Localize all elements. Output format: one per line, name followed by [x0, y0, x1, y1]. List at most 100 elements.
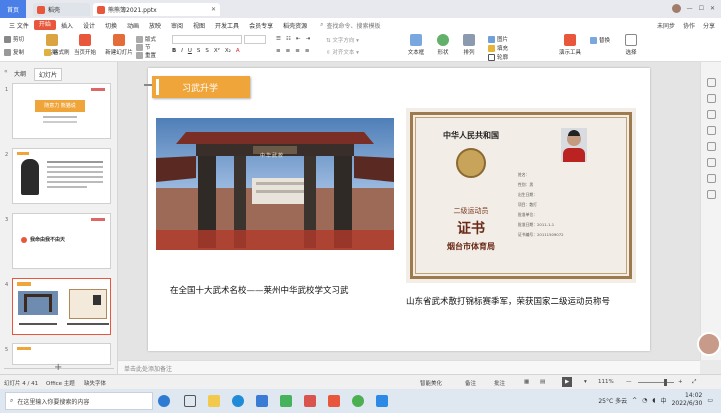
bullet-list-icon[interactable]: ☰ [276, 36, 281, 42]
align-center-icon[interactable]: ≡ [286, 48, 291, 54]
italic-icon[interactable]: I [181, 48, 183, 54]
close-tab-icon[interactable]: ✕ [211, 6, 216, 13]
tab-home[interactable]: 首页 [0, 0, 26, 18]
current-slide[interactable]: 习武升学 中华武校 中华人民共和国 二级运动员 证书 烟台市体育局 姓名： 性别… [144, 68, 650, 351]
fit-window-icon[interactable]: ⤢ [692, 379, 696, 386]
replace-button[interactable]: 替换 [590, 36, 610, 44]
cut-button[interactable]: 剪切 [4, 35, 24, 43]
tab-active-document[interactable]: 熊熊簿2021.pptx ✕ [93, 3, 220, 16]
shape-style-icon[interactable] [707, 126, 716, 135]
menu-animation[interactable]: 动画 [122, 21, 144, 30]
underline-icon[interactable]: U [188, 48, 192, 54]
superscript-icon[interactable]: X² [214, 48, 220, 54]
maximize-icon[interactable]: ☐ [699, 5, 704, 12]
presenter-tools-button[interactable]: 演示工具 [556, 34, 584, 56]
minimize-icon[interactable]: — [687, 5, 693, 12]
comment-icon[interactable] [707, 142, 716, 151]
bold-icon[interactable]: B [172, 48, 176, 54]
menu-insert[interactable]: 插入 [56, 21, 78, 30]
menu-design[interactable]: 设计 [78, 21, 100, 30]
slide-thumbnail-4[interactable] [12, 278, 111, 335]
section-button[interactable]: 节 [136, 43, 151, 51]
zoom-in-icon[interactable]: + [678, 379, 683, 385]
animation-icon[interactable] [707, 94, 716, 103]
arrange-button[interactable]: 排列 [458, 34, 480, 56]
increase-indent-icon[interactable]: ⇥ [305, 36, 310, 42]
shapes-button[interactable]: 形状 [432, 34, 454, 56]
notification-icon[interactable]: ▭ [707, 397, 713, 404]
menu-view[interactable]: 视图 [188, 21, 210, 30]
menu-review[interactable]: 审阅 [166, 21, 188, 30]
settings-icon[interactable] [707, 174, 716, 183]
command-search[interactable]: ⌕ 查找命令、搜索模板 [320, 21, 380, 30]
share-button[interactable]: 分享 [703, 21, 715, 30]
file-explorer-icon[interactable] [208, 395, 220, 407]
tray-expand-icon[interactable]: ^ [632, 397, 637, 404]
copy-button[interactable]: 复制 [4, 48, 24, 56]
zoom-level[interactable]: 111% [598, 379, 614, 385]
normal-view-icon[interactable]: ▦ [524, 379, 529, 385]
wechat-icon[interactable] [280, 395, 292, 407]
align-right-icon[interactable]: ≡ [295, 48, 300, 54]
property-icon[interactable] [707, 78, 716, 87]
text-direction-icon[interactable]: ⇅ 文字方向 ▾ [326, 36, 359, 44]
volume-icon[interactable]: ◖ [652, 397, 655, 404]
edge-icon[interactable] [232, 395, 244, 407]
shadow-icon[interactable]: S [205, 48, 209, 54]
tab-outline[interactable]: 大纲 [10, 68, 30, 81]
font-size-select[interactable] [244, 35, 266, 44]
slide-thumbnail-1[interactable]: 随意力 熊猫说 [12, 83, 111, 139]
network-icon[interactable]: ◔ [642, 397, 647, 404]
backup-icon[interactable] [707, 158, 716, 167]
fill-button[interactable]: 填充 [488, 44, 508, 52]
numbered-list-icon[interactable]: ☷ [286, 36, 291, 42]
reset-button[interactable]: 重置 [136, 51, 156, 59]
theme-name[interactable]: Office 主题 [46, 379, 75, 387]
font-family-select[interactable] [172, 35, 242, 44]
taskbar-search-input[interactable]: ⌕ 在这里输入你要搜索的内容 [5, 392, 153, 410]
menu-developer[interactable]: 开发工具 [210, 21, 244, 30]
tab-docer[interactable]: 稻壳 [33, 3, 90, 16]
align-text-icon[interactable]: ⇳ 对齐文本 ▾ [326, 48, 359, 56]
cortana-icon[interactable] [158, 395, 170, 407]
smart-beautify-button[interactable]: 智能美化 [420, 379, 442, 387]
slide-thumbnail-2[interactable] [12, 148, 111, 204]
sync-status[interactable]: 未同步 [657, 21, 675, 30]
justify-icon[interactable]: ≡ [305, 48, 310, 54]
slideshow-play-icon[interactable]: ▶ [562, 377, 573, 387]
avatar[interactable] [671, 4, 681, 13]
comments-toggle[interactable]: 批注 [494, 379, 505, 387]
zoom-slider-thumb[interactable] [664, 379, 667, 386]
menu-file[interactable]: 三 文件 [4, 21, 34, 30]
menu-member[interactable]: 会员专享 [244, 21, 278, 30]
strikethrough-icon[interactable]: S [197, 48, 201, 54]
zoom-dropdown-icon[interactable]: ▾ [584, 379, 587, 385]
font-color-icon[interactable]: A [236, 48, 240, 54]
subscript-icon[interactable]: X₂ [225, 48, 231, 54]
notes-toggle[interactable]: 备注 [465, 379, 476, 387]
image-button[interactable]: 图片 [488, 35, 508, 43]
store-icon[interactable] [256, 395, 268, 407]
task-view-icon[interactable] [184, 395, 196, 407]
outline-button[interactable]: 轮廓 [488, 53, 508, 61]
clock[interactable]: 14:02 2022/6/30 [672, 392, 703, 408]
ime-indicator[interactable]: 中 [661, 396, 667, 405]
collaborate-button[interactable]: 协作 [683, 21, 695, 30]
decrease-indent-icon[interactable]: ⇤ [296, 36, 301, 42]
sorter-view-icon[interactable]: ▤ [540, 379, 545, 385]
layout-button[interactable]: 版式 [136, 35, 156, 43]
help-icon[interactable] [707, 190, 716, 199]
collapse-panel-icon[interactable]: « [4, 68, 8, 75]
menu-transitions[interactable]: 切换 [100, 21, 122, 30]
notes-pane[interactable]: 单击此处添加备注 [118, 360, 700, 374]
add-slide-icon[interactable]: + [54, 362, 62, 373]
design-icon[interactable] [707, 110, 716, 119]
align-left-icon[interactable]: ≡ [276, 48, 281, 54]
menu-docer-resources[interactable]: 稻壳资源 [278, 21, 312, 30]
slide-thumbnail-3[interactable]: 我命由我不由天 [12, 213, 111, 269]
play-current-button[interactable]: 当页开始 [72, 34, 98, 56]
zoom-out-icon[interactable]: — [626, 379, 632, 385]
textbox-button[interactable]: 文本框 [404, 34, 428, 56]
chrome-icon[interactable] [352, 395, 364, 407]
menu-home[interactable]: 开始 [33, 20, 56, 30]
